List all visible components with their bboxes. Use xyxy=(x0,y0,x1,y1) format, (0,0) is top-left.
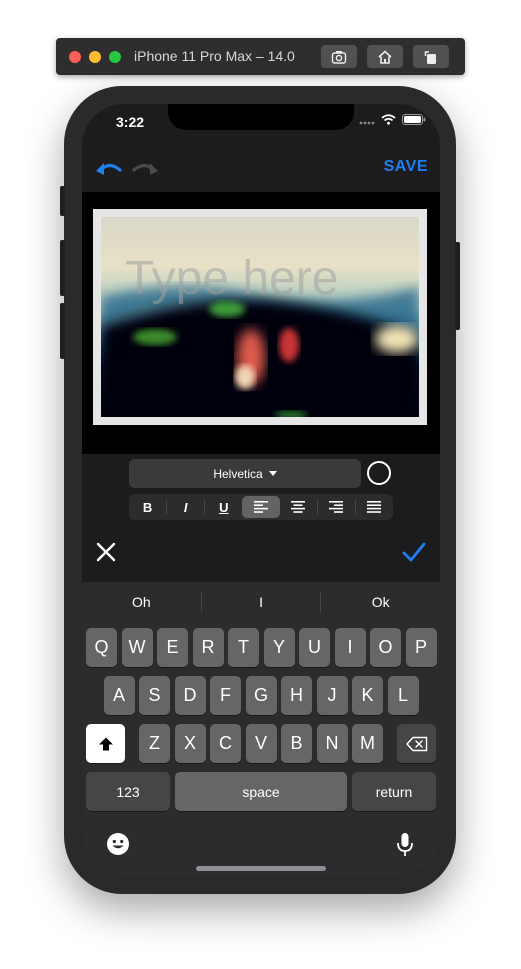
emoji-icon[interactable] xyxy=(106,832,130,856)
italic-button[interactable]: I xyxy=(167,496,204,518)
home-indicator xyxy=(196,866,326,871)
key[interactable]: Z xyxy=(139,724,170,763)
volume-up-button xyxy=(60,240,65,296)
backspace-icon xyxy=(405,736,427,751)
screenshot-icon xyxy=(331,50,347,64)
key[interactable]: J xyxy=(316,676,348,715)
key[interactable]: K xyxy=(352,676,383,715)
photo-image xyxy=(101,217,419,417)
minimize-window-button[interactable] xyxy=(89,51,101,63)
key[interactable]: P xyxy=(405,628,437,667)
key[interactable]: O xyxy=(370,628,401,667)
delete-key[interactable] xyxy=(397,724,436,763)
color-picker-button[interactable] xyxy=(367,461,391,485)
text-placeholder[interactable]: Type here xyxy=(125,251,338,306)
undo-icon[interactable] xyxy=(94,158,124,180)
bold-button[interactable]: B xyxy=(129,496,166,518)
keyboard: Oh I Ok Q W E R T Y U I O P A S D F G H … xyxy=(82,582,440,876)
key[interactable]: C xyxy=(210,724,241,763)
photo-frame: Type here xyxy=(93,209,427,425)
screenshot-button[interactable] xyxy=(321,45,357,68)
suggestion-item[interactable]: Ok xyxy=(321,582,440,622)
text-format-toolbar: Helvetica B I U xyxy=(82,454,440,582)
phone-screen: 3:22 SAVE Type here Helvetica B I U Oh I… xyxy=(82,104,440,876)
key[interactable]: A xyxy=(103,676,135,715)
editor-nav-bar: SAVE xyxy=(82,152,440,192)
redo-icon[interactable] xyxy=(130,158,160,180)
key[interactable]: N xyxy=(316,724,348,763)
key[interactable]: X xyxy=(174,724,206,763)
underline-button[interactable]: U xyxy=(205,496,242,518)
close-icon[interactable] xyxy=(96,542,116,562)
status-time: 3:22 xyxy=(116,114,145,130)
return-key[interactable]: return xyxy=(352,772,436,811)
predictive-bar: Oh I Ok xyxy=(82,582,440,622)
rotate-button[interactable] xyxy=(413,45,449,68)
key[interactable]: I xyxy=(334,628,366,667)
volume-down-button xyxy=(60,303,65,359)
format-button-group: B I U xyxy=(129,494,393,520)
status-icons xyxy=(359,114,426,125)
key[interactable]: S xyxy=(139,676,170,715)
key[interactable]: E xyxy=(157,628,188,667)
microphone-icon[interactable] xyxy=(396,832,414,858)
suggestion-item[interactable]: Oh xyxy=(82,582,201,622)
key[interactable]: V xyxy=(245,724,277,763)
key[interactable]: H xyxy=(281,676,312,715)
align-justify-icon xyxy=(367,501,382,513)
mute-switch xyxy=(60,186,65,216)
zoom-window-button[interactable] xyxy=(109,51,121,63)
align-left-button[interactable] xyxy=(242,496,280,518)
key[interactable]: G xyxy=(245,676,277,715)
simulator-title-bar: iPhone 11 Pro Max – 14.0 xyxy=(56,38,465,75)
key[interactable]: T xyxy=(228,628,259,667)
key[interactable]: Y xyxy=(263,628,295,667)
numbers-key[interactable]: 123 xyxy=(86,772,170,811)
key[interactable]: B xyxy=(281,724,312,763)
battery-icon xyxy=(402,114,426,125)
key[interactable]: F xyxy=(210,676,241,715)
key[interactable]: R xyxy=(192,628,224,667)
cellular-signal-icon xyxy=(359,121,375,124)
align-right-button[interactable] xyxy=(318,496,355,518)
edited-photo[interactable]: Type here xyxy=(101,217,419,417)
key[interactable]: D xyxy=(174,676,206,715)
home-icon xyxy=(378,49,392,64)
align-justify-button[interactable] xyxy=(356,496,393,518)
shift-key[interactable] xyxy=(86,724,125,763)
canvas-area: Type here xyxy=(82,192,440,454)
save-button[interactable]: SAVE xyxy=(384,158,428,176)
key[interactable]: U xyxy=(299,628,330,667)
shift-arrow-icon xyxy=(98,737,113,750)
align-center-icon xyxy=(291,501,306,513)
align-left-icon xyxy=(254,501,269,513)
rotate-icon xyxy=(424,50,436,64)
home-button[interactable] xyxy=(367,45,403,68)
notch xyxy=(168,104,354,130)
simulator-title: iPhone 11 Pro Max – 14.0 xyxy=(134,48,295,64)
key[interactable]: M xyxy=(352,724,383,763)
key[interactable]: L xyxy=(387,676,419,715)
close-window-button[interactable] xyxy=(69,51,81,63)
power-button xyxy=(455,242,460,330)
key[interactable]: Q xyxy=(86,628,117,667)
align-center-button[interactable] xyxy=(280,496,317,518)
suggestion-item[interactable]: I xyxy=(202,582,321,622)
chevron-down-icon xyxy=(268,471,277,476)
align-right-icon xyxy=(329,501,344,513)
space-key[interactable]: space xyxy=(175,772,347,811)
checkmark-icon[interactable] xyxy=(402,542,426,562)
key[interactable]: W xyxy=(121,628,153,667)
wifi-icon xyxy=(381,114,396,125)
font-dropdown[interactable]: Helvetica xyxy=(129,459,361,488)
font-name: Helvetica xyxy=(213,466,263,481)
